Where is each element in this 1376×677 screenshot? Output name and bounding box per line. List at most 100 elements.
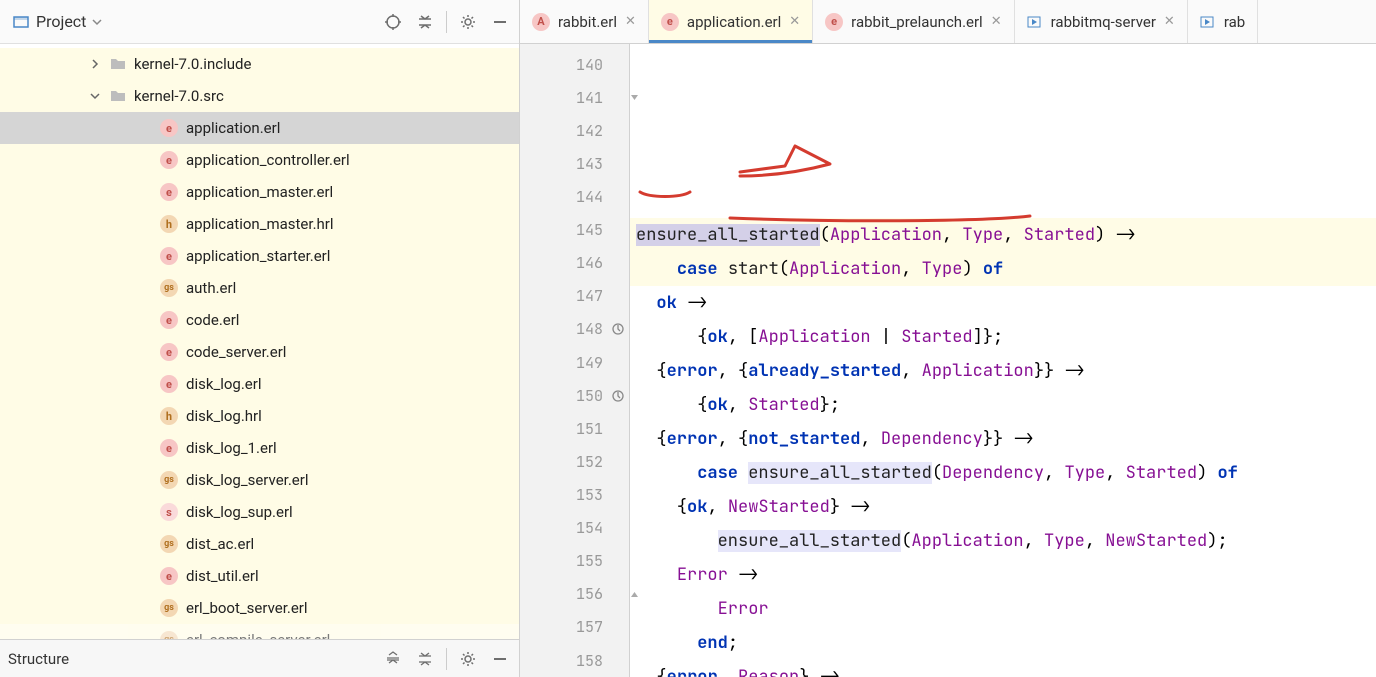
gutter-line-number[interactable]: 142 [520, 114, 629, 147]
tree-file[interactable]: eapplication_starter.erl [0, 240, 519, 272]
editor-tab[interactable]: rab [1188, 0, 1258, 43]
editor-tabs: Arabbit.erl✕eapplication.erl✕erabbit_pre… [520, 0, 1376, 44]
gutter-line-number[interactable]: 149 [520, 346, 629, 379]
code-line[interactable]: {error, {already_started, Application}} … [630, 354, 1376, 388]
chevron-right-icon[interactable] [90, 59, 108, 69]
tree-file[interactable]: hdisk_log.hrl [0, 400, 519, 432]
run-icon [1200, 14, 1216, 30]
close-icon[interactable]: ✕ [991, 14, 1002, 29]
tree-file-label: disk_log.erl [186, 375, 261, 393]
tree-folder-label: kernel-7.0.src [134, 87, 224, 105]
gutter-line-number[interactable]: 145 [520, 214, 629, 247]
gutter-line-number[interactable]: 158 [520, 644, 629, 677]
gear-icon[interactable] [457, 11, 479, 33]
gutter-line-number[interactable]: 157 [520, 611, 629, 644]
tree-file[interactable]: gserl_boot_server.erl [0, 592, 519, 624]
close-icon[interactable]: ✕ [789, 14, 800, 29]
tab-label: application.erl [687, 13, 781, 31]
code-line[interactable]: ok -> [630, 286, 1376, 320]
project-title: Project [36, 12, 86, 31]
gutter-line-number[interactable]: 154 [520, 512, 629, 545]
tree-folder[interactable]: kernel-7.0.src [0, 80, 519, 112]
code-line[interactable]: end; [630, 626, 1376, 660]
gutter-line-number[interactable]: 143 [520, 147, 629, 180]
tree-file[interactable]: gs auth.erl [0, 272, 519, 304]
tree-file[interactable]: gsdist_ac.erl [0, 528, 519, 560]
code-line[interactable]: Error -> [630, 558, 1376, 592]
gutter-line-number[interactable]: 146 [520, 247, 629, 280]
tree-folder-label: kernel-7.0.include [134, 55, 251, 73]
expand-all-icon[interactable] [382, 648, 404, 670]
gutter-line-number[interactable]: 151 [520, 412, 629, 445]
gutter-line-number[interactable]: 150 [520, 379, 629, 412]
project-tree[interactable]: kernel-7.0.include kernel-7.0.src eapplica… [0, 44, 519, 639]
close-icon[interactable]: ✕ [1164, 14, 1175, 29]
locate-icon[interactable] [382, 11, 404, 33]
collapse-all-icon[interactable] [414, 648, 436, 670]
code-line[interactable]: {ok, NewStarted} -> [630, 490, 1376, 524]
tree-file-label: dist_ac.erl [186, 535, 254, 553]
editor-gutter[interactable]: 1401411421431441451461471481491501511521… [520, 44, 630, 677]
tree-file[interactable]: happlication_master.hrl [0, 208, 519, 240]
editor-tab[interactable]: rabbitmq-server✕ [1015, 0, 1188, 43]
file-type-icon: gs [160, 279, 178, 297]
code-line[interactable]: ensure_all_started(Application, Type, St… [630, 218, 1376, 252]
code-line[interactable]: Error [630, 592, 1376, 626]
tree-file[interactable]: e disk_log.erl [0, 368, 519, 400]
tree-file[interactable]: ecode_server.erl [0, 336, 519, 368]
code-line[interactable]: ensure_all_started(Application, Type, Ne… [630, 524, 1376, 558]
code-line[interactable]: case start(Application, Type) of [630, 252, 1376, 286]
project-selector[interactable]: Project [8, 10, 106, 33]
tree-file[interactable]: edisk_log_1.erl [0, 432, 519, 464]
code-line[interactable]: {ok, Started}; [630, 388, 1376, 422]
collapse-all-icon[interactable] [414, 11, 436, 33]
gutter-line-number[interactable]: 155 [520, 545, 629, 578]
gear-icon[interactable] [457, 648, 479, 670]
tree-file[interactable]: eapplication_controller.erl [0, 144, 519, 176]
folder-icon [108, 54, 128, 74]
file-type-icon: e [160, 439, 178, 457]
gutter-line-number[interactable]: 147 [520, 280, 629, 313]
tree-file[interactable]: gserl_compile_server.erl [0, 624, 519, 639]
code-line[interactable]: {ok, [Application | Started]}; [630, 320, 1376, 354]
editor-tab[interactable]: Arabbit.erl✕ [520, 0, 649, 43]
gutter-line-number[interactable]: 152 [520, 445, 629, 478]
gutter-line-number[interactable]: 144 [520, 180, 629, 213]
chevron-down-icon[interactable] [90, 91, 108, 101]
tab-label: rabbit_prelaunch.erl [851, 13, 983, 31]
editor-tab[interactable]: erabbit_prelaunch.erl✕ [813, 0, 1014, 43]
divider [446, 11, 447, 33]
run-icon [1027, 14, 1043, 30]
tree-folder[interactable]: kernel-7.0.include [0, 48, 519, 80]
gutter-line-number[interactable]: 141 [520, 81, 629, 114]
tree-file[interactable]: eapplication_master.erl [0, 176, 519, 208]
tree-file[interactable]: sdisk_log_sup.erl [0, 496, 519, 528]
editor-panel: Arabbit.erl✕eapplication.erl✕erabbit_pre… [520, 0, 1376, 677]
tree-file-label: erl_compile_server.erl [186, 631, 330, 639]
code-line[interactable]: {error, {not_started, Dependency}} -> [630, 422, 1376, 456]
code-line[interactable]: case ensure_all_started(Dependency, Type… [630, 456, 1376, 490]
recursive-icon [611, 322, 625, 336]
gutter-line-number[interactable]: 140 [520, 48, 629, 81]
project-panel: Project [0, 0, 520, 677]
gutter-line-number[interactable]: 148 [520, 313, 629, 346]
editor-tab[interactable]: eapplication.erl✕ [649, 0, 813, 43]
tree-file-label: auth.erl [186, 279, 236, 297]
minimize-icon[interactable] [489, 11, 511, 33]
code-line[interactable]: {error, Reason} -> [630, 660, 1376, 677]
editor-area[interactable]: 1401411421431441451461471481491501511521… [520, 44, 1376, 677]
gutter-line-number[interactable]: 153 [520, 478, 629, 511]
file-type-icon: e [160, 119, 178, 137]
tree-file[interactable]: edist_util.erl [0, 560, 519, 592]
code-area[interactable]: ensure_all_started(Application, Type, St… [630, 44, 1376, 677]
gutter-line-number[interactable]: 156 [520, 578, 629, 611]
close-icon[interactable]: ✕ [625, 14, 636, 29]
file-type-icon: e [160, 375, 178, 393]
tree-file-label: code_server.erl [186, 343, 286, 361]
file-type-icon: gs [160, 599, 178, 617]
tree-file[interactable]: ecode.erl [0, 304, 519, 336]
minimize-icon[interactable] [489, 648, 511, 670]
tree-file[interactable]: eapplication.erl [0, 112, 519, 144]
tree-file[interactable]: gsdisk_log_server.erl [0, 464, 519, 496]
code-line[interactable] [630, 184, 1376, 218]
